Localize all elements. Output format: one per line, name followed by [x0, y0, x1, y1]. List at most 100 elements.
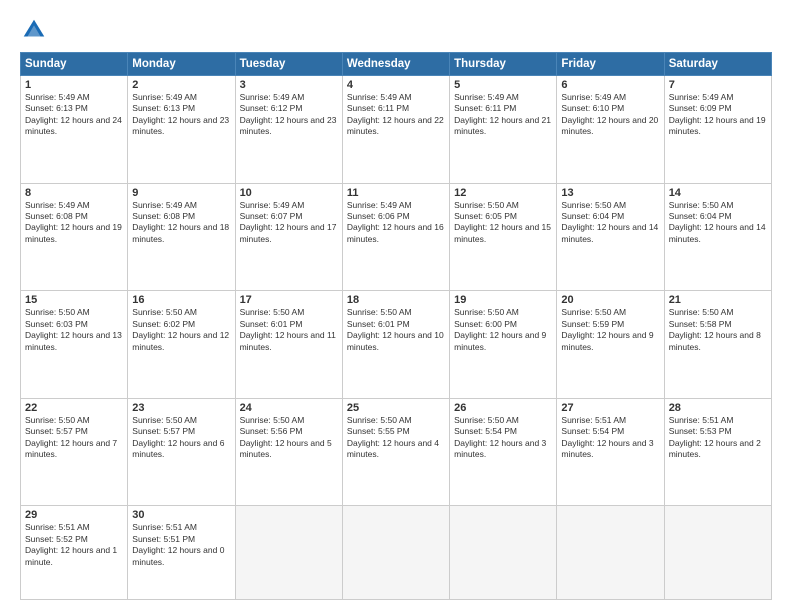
day-info: Sunrise: 5:51 AMSunset: 5:53 PMDaylight:…	[669, 415, 761, 459]
calendar-week-row: 22Sunrise: 5:50 AMSunset: 5:57 PMDayligh…	[21, 398, 772, 506]
calendar-week-row: 15Sunrise: 5:50 AMSunset: 6:03 PMDayligh…	[21, 291, 772, 399]
day-info: Sunrise: 5:50 AMSunset: 6:01 PMDaylight:…	[347, 307, 444, 351]
day-info: Sunrise: 5:51 AMSunset: 5:54 PMDaylight:…	[561, 415, 653, 459]
calendar-cell: 15Sunrise: 5:50 AMSunset: 6:03 PMDayligh…	[21, 291, 128, 399]
day-info: Sunrise: 5:49 AMSunset: 6:10 PMDaylight:…	[561, 92, 658, 136]
calendar-cell: 19Sunrise: 5:50 AMSunset: 6:00 PMDayligh…	[450, 291, 557, 399]
day-info: Sunrise: 5:51 AMSunset: 5:52 PMDaylight:…	[25, 522, 117, 566]
calendar-cell: 2Sunrise: 5:49 AMSunset: 6:13 PMDaylight…	[128, 76, 235, 184]
calendar-cell: 10Sunrise: 5:49 AMSunset: 6:07 PMDayligh…	[235, 183, 342, 291]
calendar-cell: 1Sunrise: 5:49 AMSunset: 6:13 PMDaylight…	[21, 76, 128, 184]
calendar-cell: 26Sunrise: 5:50 AMSunset: 5:54 PMDayligh…	[450, 398, 557, 506]
day-number: 6	[561, 79, 659, 91]
day-number: 7	[669, 79, 767, 91]
calendar-cell	[450, 506, 557, 600]
day-info: Sunrise: 5:50 AMSunset: 6:03 PMDaylight:…	[25, 307, 122, 351]
calendar-cell: 12Sunrise: 5:50 AMSunset: 6:05 PMDayligh…	[450, 183, 557, 291]
day-number: 5	[454, 79, 552, 91]
calendar-header-row: SundayMondayTuesdayWednesdayThursdayFrid…	[21, 53, 772, 76]
day-number: 1	[25, 79, 123, 91]
day-number: 27	[561, 402, 659, 414]
calendar-cell: 11Sunrise: 5:49 AMSunset: 6:06 PMDayligh…	[342, 183, 449, 291]
calendar-cell: 4Sunrise: 5:49 AMSunset: 6:11 PMDaylight…	[342, 76, 449, 184]
day-info: Sunrise: 5:50 AMSunset: 6:04 PMDaylight:…	[561, 200, 658, 244]
calendar-cell: 20Sunrise: 5:50 AMSunset: 5:59 PMDayligh…	[557, 291, 664, 399]
day-info: Sunrise: 5:49 AMSunset: 6:07 PMDaylight:…	[240, 200, 337, 244]
day-info: Sunrise: 5:50 AMSunset: 5:57 PMDaylight:…	[25, 415, 117, 459]
calendar-table: SundayMondayTuesdayWednesdayThursdayFrid…	[20, 52, 772, 600]
calendar-cell: 3Sunrise: 5:49 AMSunset: 6:12 PMDaylight…	[235, 76, 342, 184]
calendar-body: 1Sunrise: 5:49 AMSunset: 6:13 PMDaylight…	[21, 76, 772, 600]
weekday-header: Thursday	[450, 53, 557, 76]
day-number: 15	[25, 294, 123, 306]
calendar-week-row: 8Sunrise: 5:49 AMSunset: 6:08 PMDaylight…	[21, 183, 772, 291]
day-info: Sunrise: 5:50 AMSunset: 6:02 PMDaylight:…	[132, 307, 229, 351]
day-number: 23	[132, 402, 230, 414]
day-number: 18	[347, 294, 445, 306]
calendar-cell: 18Sunrise: 5:50 AMSunset: 6:01 PMDayligh…	[342, 291, 449, 399]
header	[20, 16, 772, 44]
calendar-cell: 7Sunrise: 5:49 AMSunset: 6:09 PMDaylight…	[664, 76, 771, 184]
weekday-header: Tuesday	[235, 53, 342, 76]
calendar-cell: 27Sunrise: 5:51 AMSunset: 5:54 PMDayligh…	[557, 398, 664, 506]
logo	[20, 16, 52, 44]
calendar-cell: 21Sunrise: 5:50 AMSunset: 5:58 PMDayligh…	[664, 291, 771, 399]
day-number: 25	[347, 402, 445, 414]
day-number: 4	[347, 79, 445, 91]
day-number: 19	[454, 294, 552, 306]
calendar-cell: 17Sunrise: 5:50 AMSunset: 6:01 PMDayligh…	[235, 291, 342, 399]
day-info: Sunrise: 5:49 AMSunset: 6:13 PMDaylight:…	[132, 92, 229, 136]
calendar-cell: 16Sunrise: 5:50 AMSunset: 6:02 PMDayligh…	[128, 291, 235, 399]
day-info: Sunrise: 5:50 AMSunset: 5:56 PMDaylight:…	[240, 415, 332, 459]
calendar-cell: 14Sunrise: 5:50 AMSunset: 6:04 PMDayligh…	[664, 183, 771, 291]
day-number: 30	[132, 509, 230, 521]
day-info: Sunrise: 5:50 AMSunset: 6:05 PMDaylight:…	[454, 200, 551, 244]
calendar-week-row: 1Sunrise: 5:49 AMSunset: 6:13 PMDaylight…	[21, 76, 772, 184]
page: SundayMondayTuesdayWednesdayThursdayFrid…	[0, 0, 792, 612]
weekday-header: Sunday	[21, 53, 128, 76]
calendar-cell	[664, 506, 771, 600]
day-info: Sunrise: 5:49 AMSunset: 6:11 PMDaylight:…	[454, 92, 551, 136]
day-info: Sunrise: 5:50 AMSunset: 5:57 PMDaylight:…	[132, 415, 224, 459]
calendar-cell: 8Sunrise: 5:49 AMSunset: 6:08 PMDaylight…	[21, 183, 128, 291]
calendar-cell: 23Sunrise: 5:50 AMSunset: 5:57 PMDayligh…	[128, 398, 235, 506]
day-number: 24	[240, 402, 338, 414]
weekday-header: Monday	[128, 53, 235, 76]
day-info: Sunrise: 5:50 AMSunset: 5:54 PMDaylight:…	[454, 415, 546, 459]
calendar-cell: 24Sunrise: 5:50 AMSunset: 5:56 PMDayligh…	[235, 398, 342, 506]
day-number: 21	[669, 294, 767, 306]
calendar-cell: 5Sunrise: 5:49 AMSunset: 6:11 PMDaylight…	[450, 76, 557, 184]
weekday-header: Saturday	[664, 53, 771, 76]
calendar-cell	[557, 506, 664, 600]
day-number: 12	[454, 187, 552, 199]
calendar-cell: 13Sunrise: 5:50 AMSunset: 6:04 PMDayligh…	[557, 183, 664, 291]
calendar-cell: 25Sunrise: 5:50 AMSunset: 5:55 PMDayligh…	[342, 398, 449, 506]
weekday-header: Wednesday	[342, 53, 449, 76]
day-info: Sunrise: 5:50 AMSunset: 6:04 PMDaylight:…	[669, 200, 766, 244]
calendar-week-row: 29Sunrise: 5:51 AMSunset: 5:52 PMDayligh…	[21, 506, 772, 600]
day-info: Sunrise: 5:49 AMSunset: 6:13 PMDaylight:…	[25, 92, 122, 136]
calendar-cell: 29Sunrise: 5:51 AMSunset: 5:52 PMDayligh…	[21, 506, 128, 600]
day-number: 17	[240, 294, 338, 306]
day-info: Sunrise: 5:50 AMSunset: 6:00 PMDaylight:…	[454, 307, 546, 351]
day-number: 16	[132, 294, 230, 306]
day-number: 10	[240, 187, 338, 199]
day-info: Sunrise: 5:49 AMSunset: 6:08 PMDaylight:…	[132, 200, 229, 244]
calendar-cell: 28Sunrise: 5:51 AMSunset: 5:53 PMDayligh…	[664, 398, 771, 506]
day-number: 2	[132, 79, 230, 91]
day-info: Sunrise: 5:49 AMSunset: 6:11 PMDaylight:…	[347, 92, 444, 136]
day-info: Sunrise: 5:50 AMSunset: 5:58 PMDaylight:…	[669, 307, 761, 351]
day-info: Sunrise: 5:50 AMSunset: 6:01 PMDaylight:…	[240, 307, 336, 351]
day-info: Sunrise: 5:49 AMSunset: 6:06 PMDaylight:…	[347, 200, 444, 244]
day-number: 28	[669, 402, 767, 414]
day-info: Sunrise: 5:49 AMSunset: 6:09 PMDaylight:…	[669, 92, 766, 136]
day-number: 29	[25, 509, 123, 521]
day-number: 14	[669, 187, 767, 199]
calendar-cell	[342, 506, 449, 600]
calendar-cell: 30Sunrise: 5:51 AMSunset: 5:51 PMDayligh…	[128, 506, 235, 600]
day-number: 26	[454, 402, 552, 414]
day-number: 11	[347, 187, 445, 199]
logo-icon	[20, 16, 48, 44]
day-number: 13	[561, 187, 659, 199]
calendar-cell: 9Sunrise: 5:49 AMSunset: 6:08 PMDaylight…	[128, 183, 235, 291]
